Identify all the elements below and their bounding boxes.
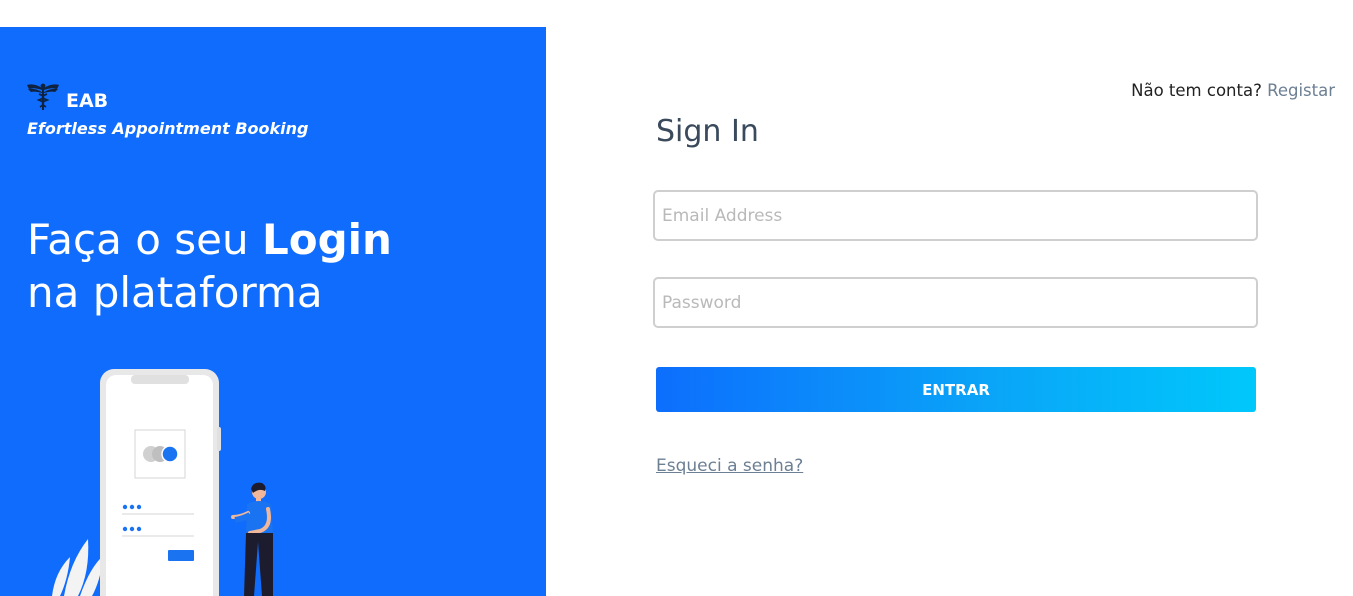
brand: EAB — [26, 81, 108, 112]
login-page: EAB Efortless Appointment Booking Faça o… — [0, 0, 1353, 596]
phone-mockup — [100, 369, 221, 596]
password-field[interactable] — [653, 277, 1258, 328]
headline-prefix: Faça o seu — [27, 215, 262, 264]
register-link[interactable]: Registar — [1267, 81, 1335, 100]
headline-line2: na plataforma — [27, 268, 323, 317]
form-title: Sign In — [656, 114, 759, 149]
headline-bold: Login — [261, 215, 392, 264]
phone-login-illustration — [52, 369, 273, 596]
signup-prompt-text: Não tem conta? — [1131, 81, 1262, 100]
forgot-password-link[interactable]: Esqueci a senha? — [656, 456, 803, 476]
email-field[interactable] — [653, 190, 1258, 241]
leaf-decoration — [52, 539, 104, 596]
caduceus-icon — [27, 83, 59, 110]
brand-tagline: Efortless Appointment Booking — [27, 119, 309, 138]
hero-headline: Faça o seu Login na plataforma — [27, 213, 392, 319]
brand-name: EAB — [66, 90, 109, 112]
person-figure — [231, 482, 273, 596]
submit-button[interactable]: ENTRAR — [656, 367, 1256, 412]
signup-prompt: Não tem conta? Registar — [1131, 81, 1335, 100]
brand-panel: EAB Efortless Appointment Booking Faça o… — [0, 27, 546, 596]
